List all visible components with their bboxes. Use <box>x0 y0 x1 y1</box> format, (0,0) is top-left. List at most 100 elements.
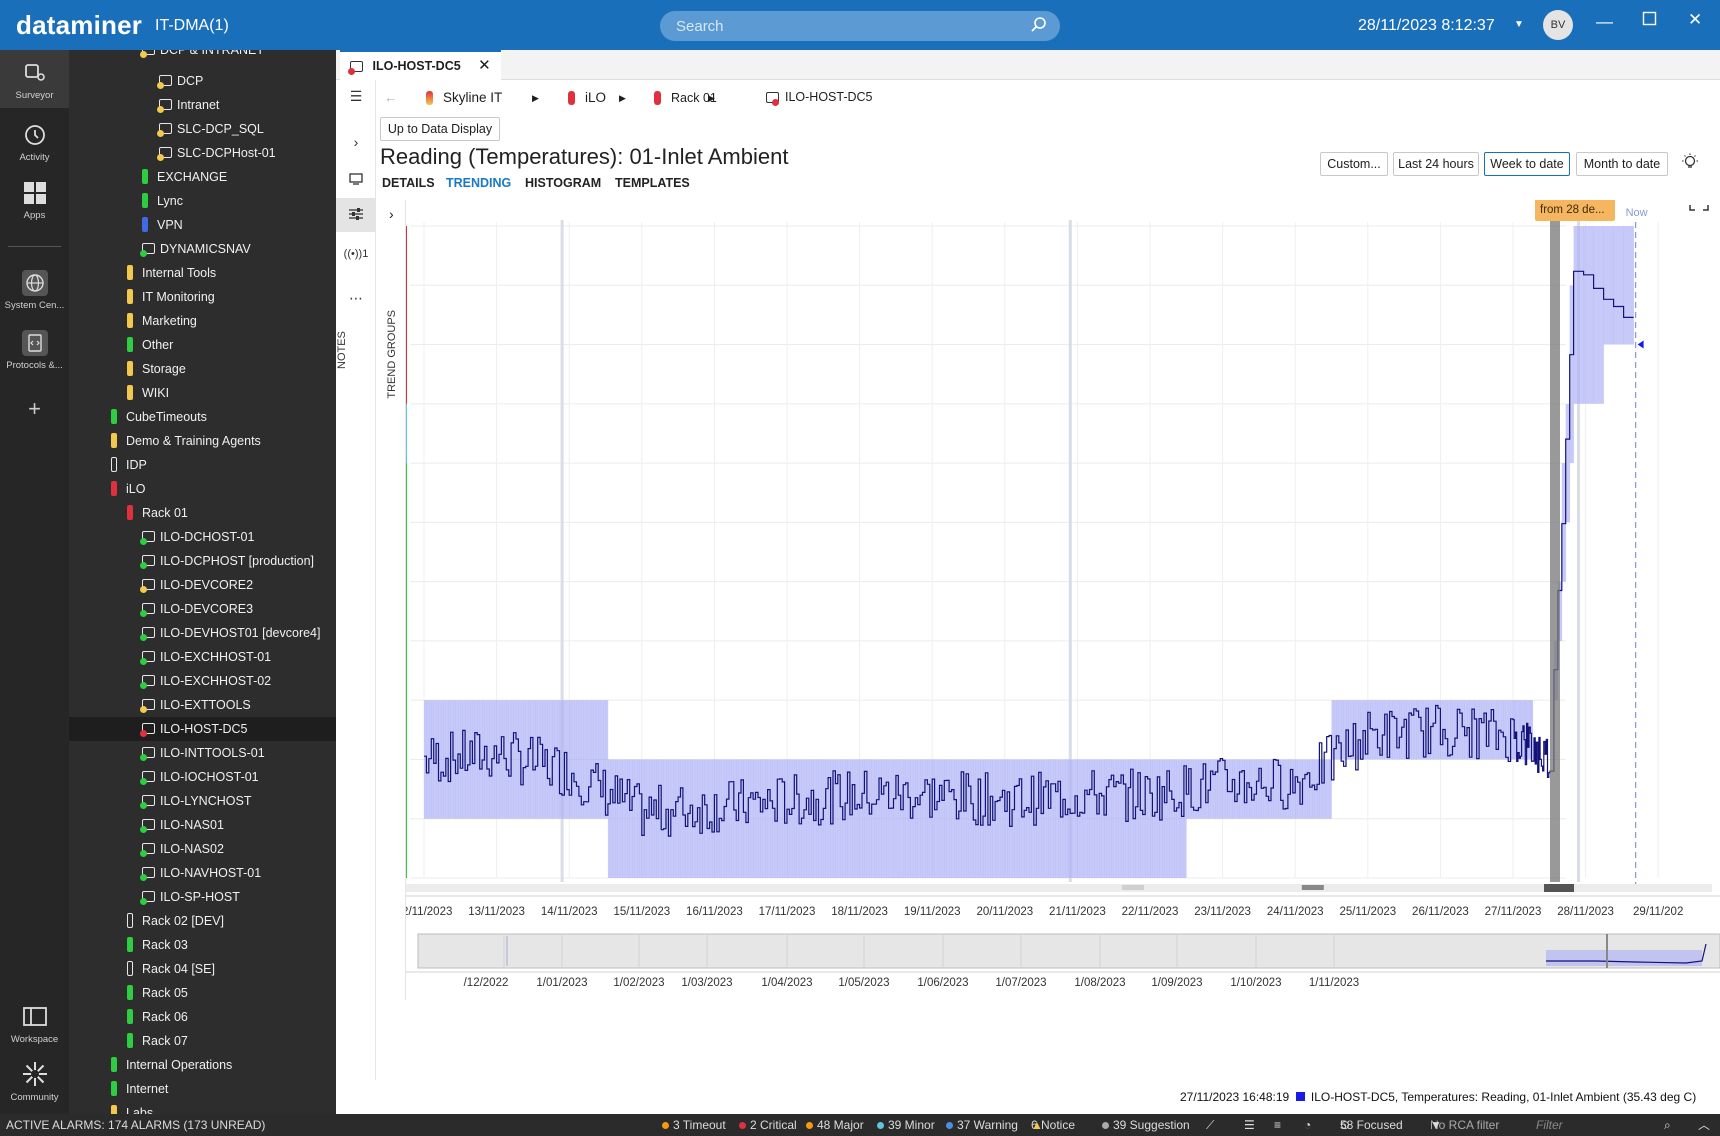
tab-templates[interactable]: TEMPLATES <box>615 176 690 190</box>
tree-node[interactable]: ILO-IOCHOST-01 <box>69 765 336 789</box>
trend-groups-label[interactable]: TREND GROUPS <box>386 310 398 399</box>
count-warning[interactable]: 37 Warning <box>946 1114 1018 1136</box>
tree-node[interactable]: DYNAMICSNAV <box>69 237 336 261</box>
active-alarms[interactable]: ACTIVE ALARMS: 174 ALARMS (173 UNREAD) <box>6 1114 265 1136</box>
rail-community[interactable]: Community <box>0 1056 69 1110</box>
minimize-icon[interactable]: — <box>1596 12 1613 32</box>
count-timeout[interactable]: 3 Timeout <box>662 1114 726 1136</box>
tree-node[interactable]: iLO <box>69 477 336 501</box>
rail-surveyor[interactable]: Surveyor <box>0 50 69 108</box>
tree-node[interactable]: ILO-DEVCORE3 <box>69 597 336 621</box>
chevron-up-icon[interactable]: ︿ <box>1698 1114 1710 1136</box>
count-major[interactable]: 48 Major <box>806 1114 864 1136</box>
sort-icon[interactable]: ≡ <box>1274 1114 1281 1136</box>
range-month-to-date-button[interactable]: Month to date <box>1576 152 1668 176</box>
count-notice[interactable]: ▲ 6 Notice <box>1031 1114 1075 1136</box>
tree-node[interactable]: IDP <box>69 453 336 477</box>
tree-node[interactable]: Rack 04 [SE] <box>69 957 336 981</box>
tree-node[interactable]: ILO-DEVCORE2 <box>69 573 336 597</box>
count-minor[interactable]: 39 Minor <box>877 1114 935 1136</box>
breadcrumb-item[interactable]: ILO-HOST-DC5 <box>766 90 873 107</box>
tree-node[interactable]: ILO-DCPHOST [production] <box>69 549 336 573</box>
trend-icon[interactable]: ⟋ <box>1206 1114 1214 1136</box>
maximize-icon[interactable] <box>1642 10 1658 31</box>
list-icon[interactable]: ☰ <box>1244 1114 1255 1136</box>
rail-workspace[interactable]: Workspace <box>0 1004 69 1058</box>
breadcrumb-item[interactable]: Skyline IT <box>426 90 502 106</box>
tree-node[interactable]: Other <box>69 333 336 357</box>
tree-node[interactable]: ILO-NAS01 <box>69 813 336 837</box>
filter-input[interactable]: Filter <box>1536 1114 1563 1136</box>
lightbulb-icon[interactable] <box>1681 153 1699 176</box>
range-custom-button[interactable]: Custom... <box>1320 152 1388 176</box>
tab-details[interactable]: DETAILS <box>382 176 435 190</box>
tree-node[interactable]: Rack 02 [DEV] <box>69 909 336 933</box>
tree-node[interactable]: ILO-NAS02 <box>69 837 336 861</box>
tree-node[interactable]: ILO-EXCHHOST-02 <box>69 669 336 693</box>
trend-chart[interactable]: 262728293031323334353637deg CNowLevel sh… <box>406 200 1720 1090</box>
tree-node[interactable]: EXCHANGE <box>69 165 336 189</box>
back-arrow-icon[interactable]: ← <box>384 90 398 105</box>
notes-tab[interactable]: NOTES <box>336 320 376 380</box>
tree-node[interactable]: ILO-HOST-DC5 <box>69 717 336 741</box>
expand-chevron-icon[interactable]: › <box>389 206 394 222</box>
user-avatar[interactable]: BV <box>1543 10 1573 40</box>
rca-filter[interactable]: ▼ No RCA filter <box>1430 1114 1499 1136</box>
tree-node[interactable]: ILO-EXTTOOLS <box>69 693 336 717</box>
tree-node[interactable]: DCP & INTRANET <box>69 50 336 62</box>
more-icon[interactable]: ⋯ <box>336 290 376 307</box>
tab-ilo-host-dc5[interactable]: ILO-HOST-DC5 ✕ <box>340 50 501 80</box>
tree-node[interactable]: WIKI <box>69 381 336 405</box>
tree-node[interactable]: Rack 07 <box>69 1029 336 1053</box>
tree-node[interactable]: SLC-DCP_SQL <box>69 117 336 141</box>
tree-node[interactable]: ILO-EXCHHOST-01 <box>69 645 336 669</box>
tree-node[interactable]: IT Monitoring <box>69 285 336 309</box>
tree-node[interactable]: ILO-LYNCHOST <box>69 789 336 813</box>
tree-node[interactable]: ILO-INTTOOLS-01 <box>69 741 336 765</box>
pie-icon[interactable]: ◔ <box>1304 1114 1311 1136</box>
tab-trending[interactable]: TRENDING <box>446 176 511 190</box>
count-critical[interactable]: 2 Critical <box>739 1114 797 1136</box>
close-tab-icon[interactable]: ✕ <box>478 57 491 74</box>
monitor-icon[interactable] <box>336 172 376 188</box>
tree-node[interactable]: Storage <box>69 357 336 381</box>
rail-system-center[interactable]: System Cen... <box>0 264 69 318</box>
tab-histogram[interactable]: HISTOGRAM <box>525 176 601 190</box>
count-suggestion[interactable]: 39 Suggestion <box>1102 1114 1190 1136</box>
tree-node[interactable]: ILO-SP-HOST <box>69 885 336 909</box>
search-icon[interactable]: ⌕ <box>1664 1114 1671 1136</box>
rail-activity[interactable]: Activity <box>0 116 69 170</box>
range-week-to-date-button[interactable]: Week to date <box>1484 152 1570 176</box>
up-to-data-display-button[interactable]: Up to Data Display <box>380 117 500 141</box>
tree-node[interactable]: Lync <box>69 189 336 213</box>
rail-protocols[interactable]: Protocols &... <box>0 324 69 378</box>
tree-node[interactable]: Intranet <box>69 93 336 117</box>
tree-node[interactable]: Internet <box>69 1077 336 1101</box>
tree-node[interactable]: Demo & Training Agents <box>69 429 336 453</box>
focus-filter[interactable]: ⊙ 58 Focused <box>1340 1114 1403 1136</box>
tree-node[interactable]: Rack 06 <box>69 1005 336 1029</box>
plus-icon[interactable]: + <box>0 396 69 426</box>
tree-node[interactable]: ILO-DCHOST-01 <box>69 525 336 549</box>
tree-node[interactable]: VPN <box>69 213 336 237</box>
chevron-down-icon[interactable]: ▼ <box>1514 19 1524 30</box>
tree-node[interactable]: ILO-DEVHOST01 [devcore4] <box>69 621 336 645</box>
tree-node[interactable]: SLC-DCPHost-01 <box>69 141 336 165</box>
tree-node[interactable]: Internal Tools <box>69 261 336 285</box>
tree-node[interactable]: Rack 01 <box>69 501 336 525</box>
tree-node[interactable]: CubeTimeouts <box>69 405 336 429</box>
search-input[interactable]: Search <box>660 11 1060 41</box>
tree-node[interactable]: Internal Operations <box>69 1053 336 1077</box>
settings-sliders-icon[interactable] <box>336 198 376 232</box>
tree-node[interactable]: Rack 03 <box>69 933 336 957</box>
breadcrumb-item[interactable]: iLO <box>568 90 606 106</box>
tree-node[interactable]: Marketing <box>69 309 336 333</box>
rail-apps[interactable]: Apps <box>0 174 69 228</box>
close-icon[interactable]: ✕ <box>1688 10 1702 30</box>
chevron-right-icon[interactable]: › <box>336 134 376 150</box>
tree-node[interactable]: ILO-NAVHOST-01 <box>69 861 336 885</box>
parameters-button[interactable]: ((•))1 <box>336 248 376 260</box>
range-last-24h-button[interactable]: Last 24 hours <box>1393 152 1479 176</box>
tree-node[interactable]: DCP <box>69 69 336 93</box>
tree-node[interactable]: Rack 05 <box>69 981 336 1005</box>
